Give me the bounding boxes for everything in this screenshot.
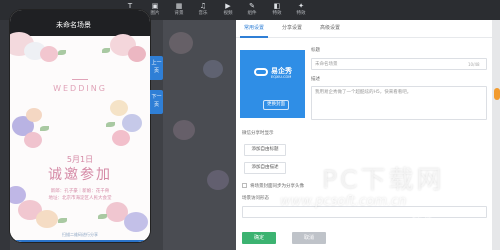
sync-avatar-checkbox[interactable] [242, 183, 247, 188]
share-hint: 扫描二维码进行分享 [62, 232, 98, 237]
image-icon: ▣ [151, 2, 159, 10]
canvas-flower [207, 170, 229, 190]
leaf-decoration [58, 50, 66, 55]
sync-avatar-label: 将场景封面同步为分享头像 [250, 184, 304, 189]
title-input[interactable]: 未命名场景 [311, 58, 487, 70]
video-icon: ▶ [225, 2, 231, 10]
toolbar-effect-button[interactable]: ◧ 特效 [266, 2, 288, 19]
change-cover-button[interactable]: 更换封面 [263, 100, 289, 110]
tab-share-settings[interactable]: 分享设置 [282, 24, 302, 31]
text-icon: T [127, 2, 133, 10]
flower-decoration [26, 108, 42, 122]
toolbar-component-button[interactable]: ✎ 组件 [241, 2, 263, 19]
scroll-handle[interactable] [494, 88, 500, 100]
background-icon: ▦ [175, 2, 183, 10]
sparkle-icon: ✦ [298, 2, 304, 10]
toolbar-music-button[interactable]: ♫ 音乐 [192, 2, 214, 19]
scene-title: 未命名场景 [56, 21, 91, 29]
toolbar-background-button[interactable]: ▦ 背景 [168, 2, 190, 19]
watermark-url: www.pcsoft.com.cn [280, 194, 407, 209]
leaf-decoration [102, 48, 110, 53]
leaf-decoration [58, 218, 67, 223]
left-sidebar [0, 20, 10, 250]
tab-common-settings[interactable]: 常用设置 [244, 24, 264, 31]
page-scrollbar[interactable] [492, 20, 500, 250]
flower-decoration [128, 46, 146, 62]
effect-icon: ◧ [273, 2, 281, 10]
flower-decoration [122, 114, 142, 132]
canvas-flower [203, 60, 223, 78]
title-label: 标题 [311, 48, 320, 53]
leaf-decoration [106, 122, 115, 127]
watermark-small: 经验 [412, 210, 432, 221]
add-custom-title-button[interactable]: 添加自由标题 [244, 144, 286, 156]
invitation-heading: 诚邀参加 [48, 167, 112, 183]
toolbar-label: 背景 [174, 11, 184, 16]
confirm-button[interactable]: 确定 [242, 232, 276, 244]
add-custom-description-button[interactable]: 添加自由描述 [244, 162, 286, 174]
cover-image[interactable]: 易企秀 EQXIU.COM 更换封面 [240, 50, 305, 118]
wechat-share-label: 微信分享时显示 [242, 131, 274, 136]
editor-canvas[interactable] [163, 20, 236, 250]
flower-decoration [24, 132, 42, 148]
logo-icon [254, 68, 268, 76]
flower-decoration [110, 100, 128, 116]
toolbar-label: 特效 [296, 11, 306, 16]
flower-decoration [124, 212, 148, 232]
leaf-decoration [40, 126, 49, 131]
cancel-button[interactable]: 取消 [292, 232, 326, 244]
divider [72, 79, 88, 80]
toolbar-label: 音乐 [198, 11, 208, 16]
music-icon: ♫ [199, 2, 207, 10]
next-page-button[interactable]: 下一页 [150, 90, 163, 114]
wedding-invitation[interactable]: WEDDING 5月1日 诚邀参加 新郎：孔子豪｜新娘：花千骨 地址：北京市海淀… [10, 32, 150, 242]
settings-tabs: 常用设置 分享设置 高级设置 [236, 20, 492, 38]
toolbar-special-button[interactable]: ✦ 特效 [290, 2, 312, 19]
description-label: 描述 [311, 77, 320, 82]
watermark-title: PC下载网 [322, 165, 445, 194]
wedding-heading: WEDDING [53, 84, 107, 93]
tab-advanced-settings[interactable]: 高级设置 [320, 24, 340, 31]
flower-decoration [112, 130, 130, 146]
toolbar-label: 特效 [272, 11, 282, 16]
toolbar-label: 视频 [223, 11, 233, 16]
visit-mode-label: 场景访问形态 [242, 196, 269, 201]
canvas-flower [173, 120, 195, 140]
toolbar-video-button[interactable]: ▶ 视频 [217, 2, 239, 19]
canvas-flower [169, 32, 193, 54]
toolbar-label: 组件 [247, 11, 257, 16]
leaf-decoration [98, 214, 107, 219]
couple-names: 新郎：孔子豪｜新娘：花千骨 [50, 189, 110, 194]
brand-logo: 易企秀 EQXIU.COM [254, 66, 294, 84]
phone-preview[interactable]: 未命名场景 WEDDING 5月1日 诚邀参加 新郎：孔子豪｜新娘：花千骨 地址… [10, 10, 150, 242]
phone-footer-bar [10, 240, 150, 242]
prev-page-button[interactable]: 上一页 [150, 56, 163, 80]
flower-decoration [36, 210, 58, 228]
flower-decoration [40, 46, 58, 62]
logo-site: EQXIU.COM [271, 75, 292, 79]
title-counter: 10/48 [468, 62, 480, 67]
component-icon: ✎ [249, 2, 255, 10]
description-textarea[interactable]: 我用易企秀做了一个超酷炫的H5，快来看看吧。 [311, 86, 487, 120]
phone-header: 未命名场景 [10, 10, 150, 36]
settings-panel: 常用设置 分享设置 高级设置 易企秀 EQXIU.COM 更换封面 标题 未命名… [236, 20, 492, 250]
active-tab-indicator [240, 36, 268, 38]
